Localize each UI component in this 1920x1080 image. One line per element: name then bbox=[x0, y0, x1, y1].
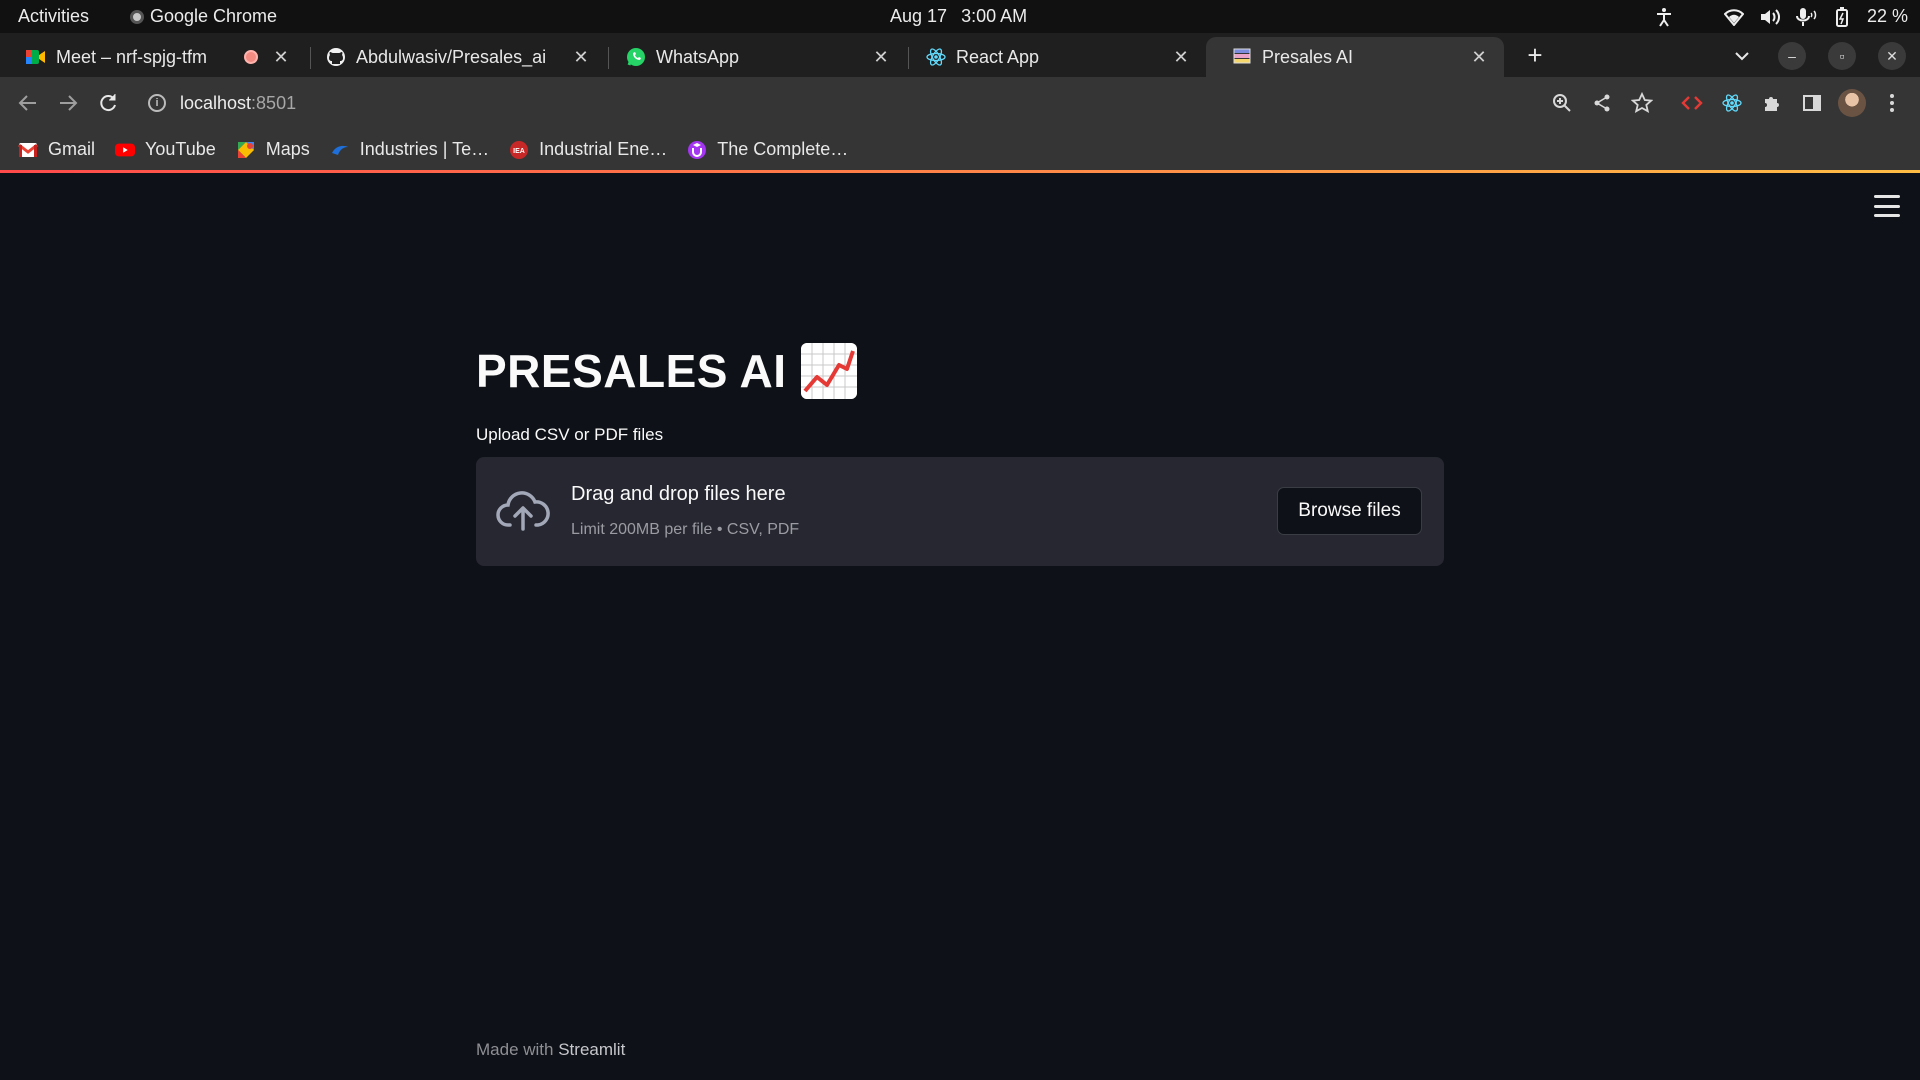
tab-presales-ai[interactable]: Presales AI ✕ bbox=[1206, 37, 1504, 77]
tab-title: Presales AI bbox=[1262, 46, 1354, 67]
close-tab-icon[interactable]: ✕ bbox=[1468, 46, 1490, 68]
tab-github[interactable]: Abdulwasiv/Presales_ai ✕ bbox=[300, 37, 606, 77]
tab-search-button[interactable] bbox=[1728, 42, 1756, 70]
site-icon bbox=[330, 140, 350, 160]
site-red-icon: IEA bbox=[509, 140, 529, 160]
forward-button[interactable] bbox=[54, 89, 82, 117]
tab-strip: Meet – nrf-spjg-tfm ✕ Abdulwasiv/Presale… bbox=[0, 33, 1920, 77]
footer-prefix: Made with bbox=[476, 1040, 554, 1059]
gmail-icon bbox=[18, 140, 38, 160]
recording-indicator-icon bbox=[244, 50, 258, 64]
chrome-icon bbox=[130, 9, 144, 24]
main-content: PRESALES AI Upload CSV or PDF files Drag… bbox=[476, 343, 1444, 566]
bookmark-label: Industries | Te… bbox=[359, 139, 490, 159]
clock[interactable]: Aug 17 3:00 AM bbox=[890, 6, 1027, 27]
bookmark-label: YouTube bbox=[145, 139, 216, 159]
bookmark-label: Gmail bbox=[48, 139, 96, 159]
react-icon bbox=[926, 47, 946, 67]
close-window-button[interactable]: ✕ bbox=[1878, 42, 1906, 70]
close-tab-icon[interactable]: ✕ bbox=[1170, 46, 1192, 68]
back-button[interactable] bbox=[14, 89, 42, 117]
bookmark-label: The Complete… bbox=[717, 139, 849, 159]
streamlit-app: PRESALES AI Upload CSV or PDF files Drag… bbox=[0, 173, 1920, 1080]
new-tab-button[interactable]: + bbox=[1520, 40, 1550, 70]
page-title: PRESALES AI bbox=[476, 343, 1444, 399]
page-title-text: PRESALES AI bbox=[476, 345, 787, 397]
close-tab-icon[interactable]: ✕ bbox=[570, 46, 592, 68]
tab-title: WhatsApp bbox=[656, 46, 740, 67]
bookmark-gmail[interactable]: Gmail bbox=[18, 139, 95, 160]
bookmark-the-complete[interactable]: The Complete… bbox=[687, 139, 848, 160]
bookmarks-bar: Gmail YouTube Maps Industries | Te… IEA … bbox=[0, 129, 1920, 170]
tab-title: React App bbox=[956, 46, 1040, 67]
main-menu-icon[interactable] bbox=[1874, 195, 1900, 217]
bookmark-industries[interactable]: Industries | Te… bbox=[330, 139, 489, 160]
volume-icon[interactable] bbox=[1759, 6, 1781, 28]
clock-time: 3:00 AM bbox=[961, 6, 1028, 26]
bookmark-maps[interactable]: Maps bbox=[236, 139, 310, 160]
extension-code-icon[interactable] bbox=[1678, 89, 1706, 117]
tab-title: Abdulwasiv/Presales_ai bbox=[356, 46, 547, 67]
browse-files-button[interactable]: Browse files bbox=[1277, 487, 1422, 535]
tab-title: Meet – nrf-spjg-tfm bbox=[56, 46, 208, 67]
accessibility-icon[interactable] bbox=[1653, 6, 1675, 28]
close-tab-icon[interactable]: ✕ bbox=[270, 46, 292, 68]
svg-text:IEA: IEA bbox=[513, 148, 525, 155]
site-purple-icon bbox=[687, 140, 707, 160]
dropzone-limit-hint: Limit 200MB per file • CSV, PDF bbox=[571, 521, 800, 538]
wifi-icon[interactable] bbox=[1723, 6, 1745, 28]
bookmark-label: Maps bbox=[265, 139, 310, 159]
tab-react-app[interactable]: React App ✕ bbox=[900, 37, 1206, 77]
clock-date: Aug 17 bbox=[890, 6, 948, 26]
microphone-icon[interactable] bbox=[1795, 6, 1817, 28]
app-menu[interactable]: Google Chrome bbox=[130, 6, 277, 27]
url-port: :8501 bbox=[251, 92, 297, 113]
bookmark-label: Industrial Ene… bbox=[539, 139, 668, 159]
zoom-icon[interactable] bbox=[1548, 89, 1576, 117]
bookmark-youtube[interactable]: YouTube bbox=[115, 139, 216, 160]
share-icon[interactable] bbox=[1588, 89, 1616, 117]
bookmark-industrial-energy[interactable]: IEA Industrial Ene… bbox=[509, 139, 667, 160]
bookmark-star-icon[interactable] bbox=[1628, 89, 1656, 117]
tab-whatsapp[interactable]: WhatsApp ✕ bbox=[600, 37, 906, 77]
uploader-label: Upload CSV or PDF files bbox=[476, 425, 664, 444]
system-tray[interactable]: 22 % bbox=[1653, 0, 1908, 33]
battery-percent: 22 % bbox=[1866, 6, 1908, 26]
restore-button[interactable]: ▫ bbox=[1828, 42, 1856, 70]
react-devtools-icon[interactable] bbox=[1718, 89, 1746, 117]
extensions-puzzle-icon[interactable] bbox=[1758, 89, 1786, 117]
file-dropzone[interactable]: Drag and drop files here Limit 200MB per… bbox=[476, 457, 1444, 566]
site-info-icon[interactable]: i bbox=[148, 94, 166, 112]
tab-meet[interactable]: Meet – nrf-spjg-tfm ✕ bbox=[0, 37, 306, 77]
browser-toolbar: i localhost:8501 bbox=[0, 77, 1920, 129]
minimize-button[interactable]: – bbox=[1778, 42, 1806, 70]
whatsapp-icon bbox=[626, 47, 646, 67]
chart-increasing-icon bbox=[800, 343, 857, 399]
app-name: Google Chrome bbox=[150, 6, 278, 26]
youtube-icon bbox=[115, 140, 136, 160]
dropzone-title: Drag and drop files here bbox=[571, 483, 786, 505]
battery-icon[interactable] bbox=[1831, 6, 1853, 28]
system-top-bar: Activities Google Chrome Aug 17 3:00 AM 2… bbox=[0, 0, 1920, 33]
profile-avatar[interactable] bbox=[1838, 89, 1866, 117]
reload-button[interactable] bbox=[94, 89, 122, 117]
url-host: localhost bbox=[180, 92, 252, 113]
close-tab-icon[interactable]: ✕ bbox=[870, 46, 892, 68]
cloud-upload-icon bbox=[496, 487, 550, 533]
footer-streamlit-link[interactable]: Streamlit bbox=[558, 1040, 625, 1059]
side-panel-icon[interactable] bbox=[1798, 89, 1826, 117]
maps-icon bbox=[236, 140, 256, 160]
activities-button[interactable]: Activities bbox=[18, 6, 89, 27]
address-bar[interactable]: i localhost:8501 bbox=[136, 83, 1656, 123]
streamlit-icon bbox=[1232, 47, 1252, 67]
google-meet-icon bbox=[26, 47, 46, 67]
github-icon bbox=[326, 47, 346, 67]
chrome-menu-icon[interactable] bbox=[1878, 89, 1906, 117]
footer: Made with Streamlit bbox=[476, 1040, 625, 1060]
